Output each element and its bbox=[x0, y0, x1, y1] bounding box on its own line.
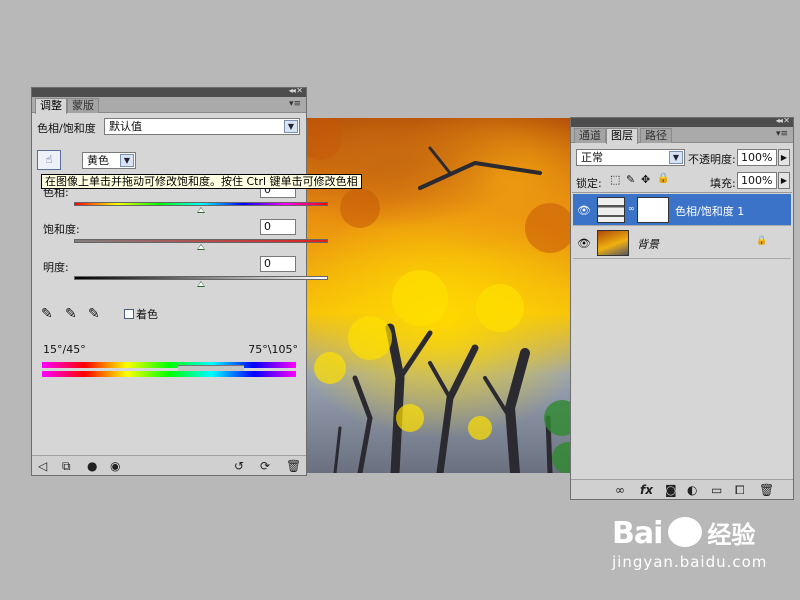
adjustment-title: 色相/饱和度 bbox=[37, 122, 96, 135]
tab-channels[interactable]: 通道 bbox=[574, 128, 606, 143]
visibility-icon[interactable]: ◉ bbox=[110, 459, 120, 473]
lock-icon: 🔒 bbox=[756, 236, 768, 246]
colorize-label: 着色 bbox=[136, 308, 158, 321]
link-layers-icon[interactable]: ∞ bbox=[615, 483, 625, 497]
range-right-readout: 75°\105° bbox=[248, 343, 298, 356]
layers-list: 👁 ∞ 色相/饱和度 1 👁 背景 🔒 bbox=[572, 192, 792, 422]
eyedropper-icon[interactable]: ✎ bbox=[41, 306, 53, 322]
hue-range-bar-top bbox=[42, 362, 296, 368]
saturation-label: 饱和度: bbox=[43, 223, 80, 236]
channel-value: 黄色 bbox=[87, 154, 109, 167]
lock-paint-icon[interactable]: ✎ bbox=[626, 173, 635, 186]
panel-titlebar[interactable]: ◂◂ ✕ bbox=[32, 86, 306, 97]
chevron-down-icon: ▼ bbox=[669, 151, 683, 164]
layer-name[interactable]: 色相/饱和度 1 bbox=[675, 203, 744, 219]
panel-titlebar[interactable]: ◂◂ ✕ bbox=[571, 116, 793, 127]
adjustments-panel: ◂◂ ✕ 调整 蒙版 ▾≡ 色相/饱和度 默认值 ▼ ☝ 黄色 ▼ 色相: 0 … bbox=[31, 86, 328, 476]
layer-thumbnail bbox=[597, 230, 629, 256]
tab-paths[interactable]: 路径 bbox=[640, 128, 672, 143]
panel-menu-icon[interactable]: ▾≡ bbox=[776, 129, 788, 139]
adjust-tabbar: 调整 蒙版 ▾≡ bbox=[32, 97, 306, 114]
lightness-slider-thumb[interactable] bbox=[197, 281, 205, 287]
targeted-adjustment-tool-icon[interactable]: ☝ bbox=[37, 150, 61, 170]
back-arrow-icon[interactable]: ◁ bbox=[38, 459, 47, 473]
watermark-brand-2: 经验 bbox=[707, 521, 756, 549]
saturation-input[interactable]: 0 bbox=[260, 219, 296, 235]
lightness-input[interactable]: 0 bbox=[260, 256, 296, 272]
chevron-down-icon: ▼ bbox=[284, 120, 298, 133]
previous-state-icon[interactable]: ↺ bbox=[234, 459, 244, 473]
lightness-label: 明度: bbox=[43, 261, 69, 274]
hue-slider-thumb[interactable] bbox=[197, 207, 205, 213]
clip-layer-icon[interactable]: ⧉ bbox=[62, 459, 71, 473]
new-layer-icon[interactable]: ⧠ bbox=[735, 483, 745, 497]
layer-mask-thumbnail[interactable] bbox=[637, 197, 669, 223]
new-group-icon[interactable]: ▭ bbox=[711, 483, 722, 497]
trash-icon[interactable]: 🗑 bbox=[759, 483, 774, 497]
fill-label: 填充: bbox=[710, 177, 736, 190]
lock-label: 锁定: bbox=[576, 177, 602, 190]
reset-icon[interactable]: ⟳ bbox=[260, 459, 270, 473]
tree-trunks-illustration bbox=[300, 118, 572, 473]
lock-transparent-icon[interactable]: ⬚ bbox=[610, 173, 620, 186]
layers-tabbar: 通道 图层 路径 ▾≡ bbox=[571, 127, 793, 144]
fill-input[interactable]: 100% bbox=[737, 172, 777, 189]
add-mask-icon[interactable]: ◙ bbox=[665, 483, 677, 497]
layer-name[interactable]: 背景 bbox=[637, 236, 659, 252]
mask-icon[interactable]: ● bbox=[87, 459, 97, 473]
visibility-eye-icon[interactable]: 👁 bbox=[577, 237, 591, 250]
lightness-slider-track[interactable] bbox=[74, 276, 328, 280]
fill-arrow-icon[interactable]: ▶ bbox=[778, 172, 790, 189]
hue-slider-track[interactable] bbox=[74, 202, 328, 206]
eyedropper-minus-icon[interactable]: ✎ bbox=[88, 306, 100, 322]
fx-icon[interactable]: fx bbox=[640, 483, 653, 497]
saturation-slider-track[interactable] bbox=[74, 239, 328, 243]
paw-logo-icon bbox=[667, 517, 702, 547]
panel-menu-icon[interactable]: ▾≡ bbox=[289, 99, 301, 109]
opacity-input[interactable]: 100% bbox=[737, 149, 777, 166]
range-left-readout: 15°/45° bbox=[43, 343, 86, 356]
collapse-icon[interactable]: ◂◂ ✕ bbox=[776, 116, 790, 125]
watermark-url: jingyan.baidu.com bbox=[612, 553, 768, 571]
blend-mode-select[interactable]: 正常 ▼ bbox=[576, 149, 685, 166]
baidu-watermark: Bai 经验 jingyan.baidu.com bbox=[612, 515, 767, 571]
layers-panel: ◂◂ ✕ 通道 图层 路径 ▾≡ 正常 ▼ 不透明度: 100% ▶ 锁定: ⬚… bbox=[570, 116, 794, 500]
trash-icon[interactable]: 🗑 bbox=[286, 459, 301, 473]
lock-move-icon[interactable]: ✥ bbox=[641, 173, 650, 186]
channel-select[interactable]: 黄色 ▼ bbox=[82, 152, 136, 169]
new-adjustment-icon[interactable]: ◐ bbox=[687, 483, 697, 497]
preset-value: 默认值 bbox=[109, 120, 142, 133]
image-canvas[interactable] bbox=[300, 118, 572, 473]
watermark-brand: Bai bbox=[612, 516, 663, 551]
tab-adjustments[interactable]: 调整 bbox=[35, 98, 67, 114]
tab-masks[interactable]: 蒙版 bbox=[67, 98, 99, 113]
opacity-arrow-icon[interactable]: ▶ bbox=[778, 149, 790, 166]
eyedropper-plus-icon[interactable]: ✎ bbox=[65, 306, 77, 322]
blend-mode-value: 正常 bbox=[581, 151, 603, 164]
lock-all-icon[interactable]: 🔒 bbox=[657, 173, 669, 184]
chevron-down-icon: ▼ bbox=[120, 154, 134, 167]
layer-row-background[interactable]: 👁 背景 🔒 bbox=[573, 227, 791, 259]
layer-row-adjustment[interactable]: 👁 ∞ 色相/饱和度 1 bbox=[573, 194, 791, 226]
preset-select[interactable]: 默认值 ▼ bbox=[104, 118, 300, 135]
collapse-icon[interactable]: ◂◂ ✕ bbox=[289, 86, 303, 95]
tab-layers[interactable]: 图层 bbox=[606, 128, 638, 144]
adjust-footer: ◁ ⧉ ● ◉ ↺ ⟳ 🗑 bbox=[32, 455, 306, 475]
tooltip: 在图像上单击并拖动可修改饱和度。按住 Ctrl 键单击可修改色相 bbox=[41, 174, 362, 189]
opacity-label: 不透明度: bbox=[688, 153, 736, 166]
adjustment-layer-icon bbox=[597, 197, 625, 223]
visibility-eye-icon[interactable]: 👁 bbox=[577, 204, 591, 217]
layers-footer: ∞ fx ◙ ◐ ▭ ⧠ 🗑 bbox=[571, 479, 793, 499]
colorize-checkbox[interactable] bbox=[124, 309, 134, 319]
hue-range-bar-bottom bbox=[42, 371, 296, 377]
saturation-slider-thumb[interactable] bbox=[197, 244, 205, 250]
link-chain-icon[interactable]: ∞ bbox=[628, 204, 635, 213]
